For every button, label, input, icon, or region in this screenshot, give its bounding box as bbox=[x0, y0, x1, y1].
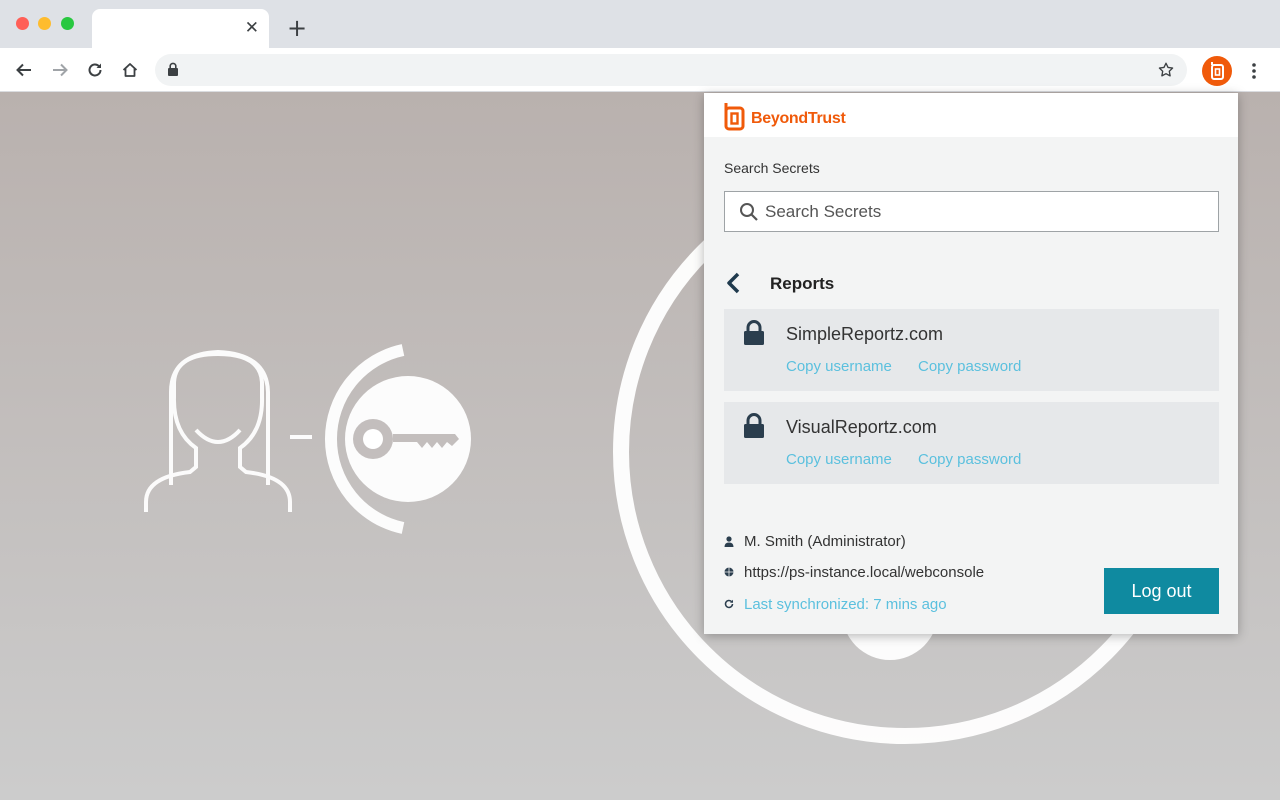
copy-password-link[interactable]: Copy password bbox=[918, 451, 1021, 468]
search-input[interactable] bbox=[765, 192, 1205, 231]
secret-item[interactable]: VisualReportz.com Copy username Copy pas… bbox=[724, 402, 1219, 484]
sync-icon bbox=[724, 599, 744, 609]
user-icon bbox=[724, 536, 744, 547]
back-chevron-icon[interactable] bbox=[724, 271, 744, 295]
home-icon[interactable] bbox=[118, 58, 142, 82]
globe-icon bbox=[724, 567, 744, 577]
forward-icon[interactable] bbox=[48, 58, 72, 82]
brand-name: BeyondTrust bbox=[751, 110, 846, 128]
browser-toolbar bbox=[0, 48, 1280, 92]
folder-title: Reports bbox=[770, 274, 834, 294]
lock-icon bbox=[743, 413, 765, 444]
instance-url: https://ps-instance.local/webconsole bbox=[744, 564, 984, 581]
last-sync-link[interactable]: Last synchronized: 7 mins ago bbox=[744, 596, 947, 613]
search-icon bbox=[739, 202, 759, 227]
menu-icon[interactable] bbox=[1246, 60, 1262, 82]
sync-info[interactable]: Last synchronized: 7 mins ago bbox=[724, 594, 947, 614]
beyondtrust-extension-button[interactable] bbox=[1202, 56, 1232, 86]
maximize-window-button[interactable] bbox=[61, 17, 74, 30]
search-label: Search Secrets bbox=[724, 160, 820, 176]
minimize-window-button[interactable] bbox=[38, 17, 51, 30]
browser-tabbar: ✕ + bbox=[0, 0, 1280, 48]
new-tab-button[interactable]: + bbox=[287, 14, 307, 42]
copy-password-link[interactable]: Copy password bbox=[918, 358, 1021, 375]
close-window-button[interactable] bbox=[16, 17, 29, 30]
browser-tab[interactable]: ✕ bbox=[92, 9, 269, 48]
lock-icon bbox=[743, 320, 765, 351]
user-name: M. Smith (Administrator) bbox=[744, 533, 906, 550]
lock-icon bbox=[167, 62, 179, 81]
close-tab-icon[interactable]: ✕ bbox=[245, 18, 259, 38]
popup-header: BeyondTrust bbox=[704, 93, 1238, 137]
secret-item[interactable]: SimpleReportz.com Copy username Copy pas… bbox=[724, 309, 1219, 391]
user-info: M. Smith (Administrator) bbox=[724, 531, 906, 551]
back-icon[interactable] bbox=[12, 58, 36, 82]
secret-name: SimpleReportz.com bbox=[786, 324, 943, 345]
beyondtrust-logo-icon bbox=[723, 101, 747, 136]
beyondtrust-popup: BeyondTrust Search Secrets Reports Simpl… bbox=[704, 93, 1238, 634]
secret-name: VisualReportz.com bbox=[786, 417, 937, 438]
reload-icon[interactable] bbox=[83, 58, 107, 82]
copy-username-link[interactable]: Copy username bbox=[786, 451, 892, 468]
star-icon[interactable] bbox=[1157, 61, 1175, 84]
copy-username-link[interactable]: Copy username bbox=[786, 358, 892, 375]
logout-button[interactable]: Log out bbox=[1104, 568, 1219, 614]
url-info: https://ps-instance.local/webconsole bbox=[724, 562, 984, 582]
search-box[interactable] bbox=[724, 191, 1219, 232]
address-bar[interactable] bbox=[155, 54, 1187, 86]
